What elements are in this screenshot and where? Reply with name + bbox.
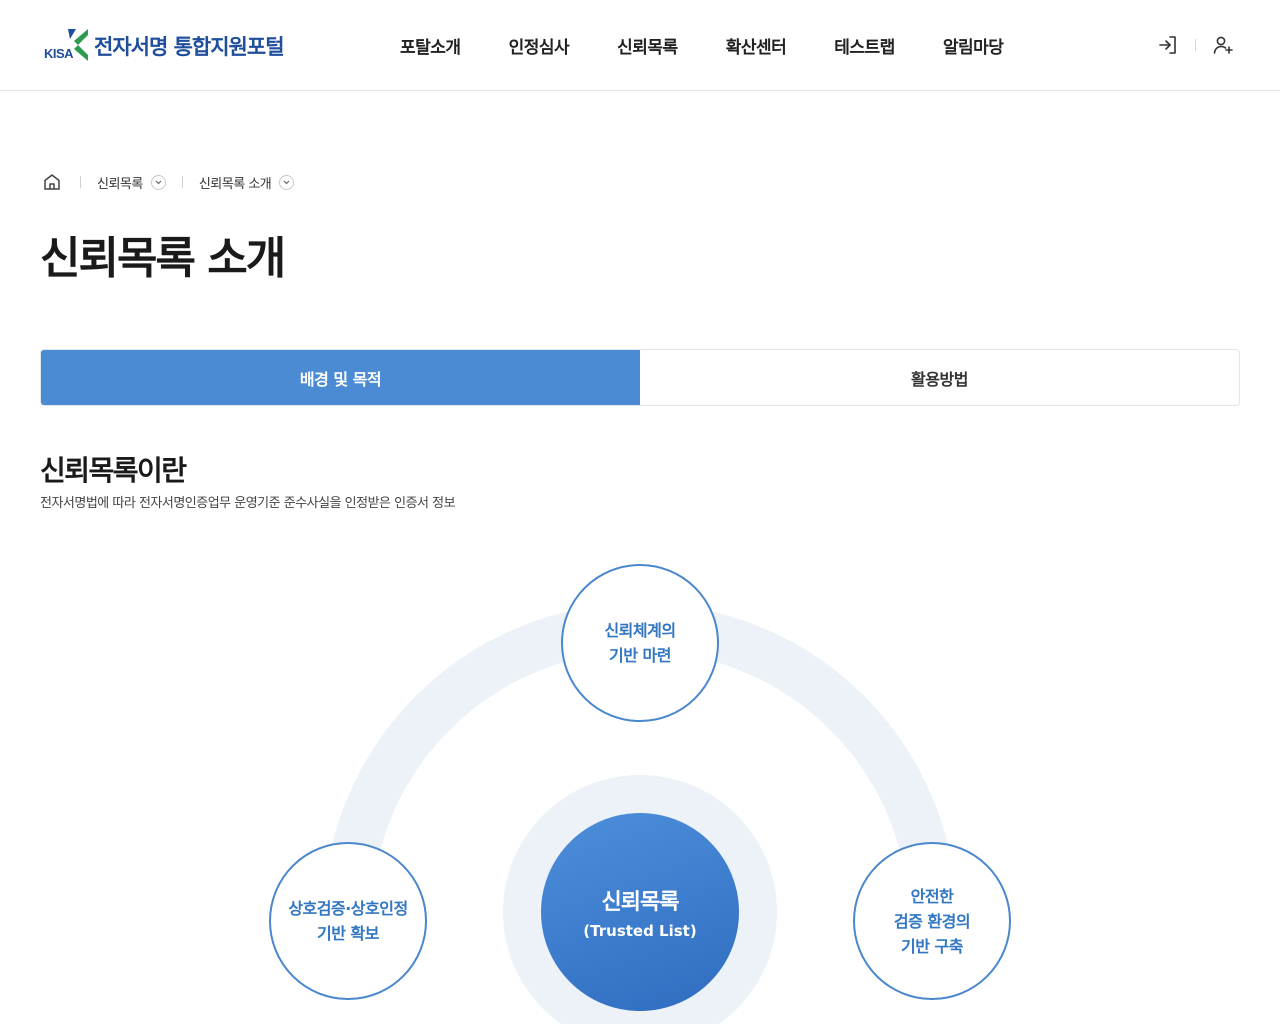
chevron-down-icon (279, 174, 295, 190)
trusted-list-diagram: 신뢰목록 (Trusted List) 신뢰체계의 기반 마련 상호검증·상호인… (0, 540, 1280, 1024)
nav-item-test-lab[interactable]: 테스트랩 (834, 33, 895, 58)
center-subtitle: (Trusted List) (583, 922, 697, 940)
nav-item-notice[interactable]: 알림마당 (943, 33, 1004, 58)
circle-trust-framework: 신뢰체계의 기반 마련 (561, 564, 719, 722)
circle-safe-verification: 안전한 검증 환경의 기반 구축 (853, 842, 1011, 1000)
circle-label-line: 기반 구축 (901, 936, 963, 956)
main-nav: 포탈소개 인정심사 신뢰목록 확산센터 테스트랩 알림마당 (376, 0, 1027, 90)
nav-item-trusted-list[interactable]: 신뢰목록 (617, 33, 678, 58)
tab-usage[interactable]: 활용방법 (640, 350, 1239, 405)
center-circle-trusted-list: 신뢰목록 (Trusted List) (541, 813, 739, 1011)
circle-label-line: 기반 확보 (317, 924, 379, 943)
nav-item-portal-intro[interactable]: 포탈소개 (400, 33, 461, 58)
nav-item-expansion-center[interactable]: 확산센터 (726, 33, 787, 58)
circle-label-line: 검증 환경의 (893, 911, 971, 931)
site-logo[interactable]: KISA 전자서명 통합지원포털 (42, 26, 285, 66)
site-header: KISA 전자서명 통합지원포털 포탈소개 인정심사 신뢰목록 확산센터 테스트… (0, 0, 1280, 91)
util-divider (1195, 39, 1196, 51)
section-description: 전자서명법에 따라 전자서명인증업무 운영기준 준수사실을 인정받은 인증서 정… (40, 496, 456, 511)
nav-item-certification[interactable]: 인정심사 (509, 33, 570, 58)
page-title: 신뢰목록 소개 (40, 233, 286, 284)
circle-label-line: 안전한 (910, 886, 954, 906)
user-add-icon (1213, 36, 1233, 54)
logo-kisa-text: KISA (44, 46, 74, 61)
content-tabs: 배경 및 목적 활용방법 (40, 349, 1240, 406)
header-utility (1155, 32, 1236, 58)
kisa-logo-mark: KISA (42, 27, 92, 65)
login-icon (1159, 36, 1176, 54)
breadcrumb-item-trusted-list-intro[interactable]: 신뢰목록 소개 (198, 173, 295, 192)
signup-button[interactable] (1210, 32, 1236, 58)
circle-label-line: 상호검증·상호인정 (288, 899, 408, 918)
home-icon (44, 174, 60, 190)
tab-background-purpose[interactable]: 배경 및 목적 (41, 350, 640, 405)
breadcrumb-divider (80, 176, 81, 188)
login-button[interactable] (1155, 32, 1181, 58)
section-title: 신뢰목록이란 (40, 454, 187, 487)
breadcrumb-label: 신뢰목록 소개 (198, 176, 272, 192)
breadcrumb-item-trusted-list[interactable]: 신뢰목록 (97, 173, 166, 192)
breadcrumb-divider (181, 176, 183, 188)
center-title: 신뢰목록 (601, 890, 680, 915)
logo-title: 전자서명 통합지원포털 (94, 35, 285, 59)
circle-mutual-verification: 상호검증·상호인정 기반 확보 (269, 842, 427, 1000)
chevron-down-icon (150, 174, 166, 190)
circle-label-line: 신뢰체계의 (604, 621, 676, 640)
breadcrumb-label: 신뢰목록 (97, 176, 143, 192)
circle-label-line: 기반 마련 (609, 646, 671, 665)
breadcrumb: 신뢰목록 신뢰목록 소개 (40, 170, 295, 194)
breadcrumb-home[interactable] (40, 170, 64, 194)
